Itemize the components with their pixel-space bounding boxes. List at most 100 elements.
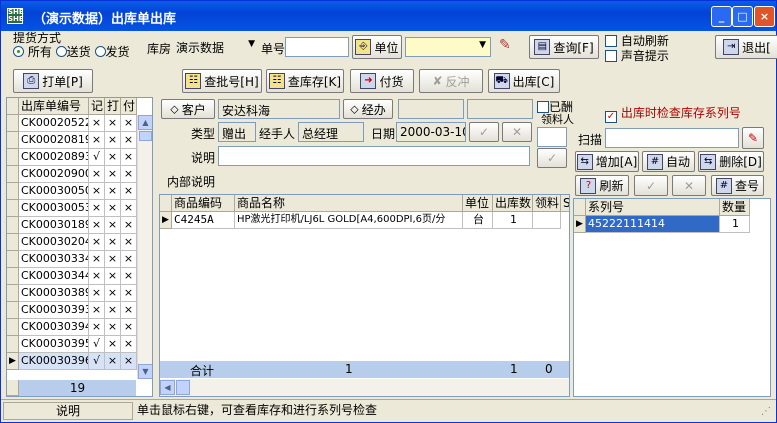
handler-button[interactable]: ⬦ 经办: [343, 99, 393, 119]
order-no-cell[interactable]: CK00030344: [19, 268, 89, 285]
paid-cell[interactable]: ×: [121, 302, 137, 319]
outbound-button[interactable]: ⛟ 出库[C]: [488, 69, 560, 93]
recorded-cell[interactable]: ×: [89, 319, 105, 336]
delete-serial-button[interactable]: ⇆ 删除[D]: [698, 151, 764, 172]
radio-ship-label[interactable]: 发货: [106, 45, 130, 59]
printed-cell[interactable]: ×: [105, 336, 121, 353]
recorded-cell[interactable]: √: [89, 353, 105, 370]
col-header-order-no[interactable]: 出库单编号: [19, 98, 89, 115]
serial-query-button[interactable]: # 查号: [711, 175, 764, 196]
order-no-cell[interactable]: CK00030395: [19, 336, 89, 353]
order-no-cell[interactable]: CK00020522: [19, 115, 89, 132]
note-field[interactable]: [218, 146, 530, 166]
order-no-cell[interactable]: CK00030050: [19, 183, 89, 200]
order-no-cell[interactable]: CK00030394: [19, 319, 89, 336]
pay-goods-button[interactable]: ➜ 付货: [350, 69, 414, 93]
paid-cell[interactable]: ×: [121, 319, 137, 336]
printed-cell[interactable]: ×: [105, 285, 121, 302]
close-button[interactable]: ×: [754, 6, 775, 27]
col-header-unit[interactable]: 单位: [463, 195, 493, 212]
reverse-button[interactable]: ✘ 反冲: [419, 69, 483, 93]
printed-cell[interactable]: ×: [105, 319, 121, 336]
serial-cancel-button[interactable]: ✕: [672, 175, 706, 196]
paid-cell[interactable]: ×: [121, 234, 137, 251]
col-header-s[interactable]: S: [561, 195, 569, 212]
recorded-cell[interactable]: √: [89, 336, 105, 353]
paid-cell[interactable]: ×: [121, 166, 137, 183]
item-unit-cell[interactable]: 台: [463, 212, 493, 229]
item-name-cell[interactable]: HP激光打印机/LJ6L GOLD[A4,600DPI,6页/分: [235, 212, 463, 229]
date-picker-button[interactable]: ✓: [469, 122, 499, 142]
unit-button[interactable]: ⎆ 单位: [352, 35, 402, 59]
serial-confirm-button[interactable]: ✓: [634, 175, 668, 196]
paid-cell[interactable]: ×: [121, 285, 137, 302]
item-qty-cell[interactable]: 1: [493, 212, 533, 229]
order-no-cell[interactable]: CK00030393: [19, 302, 89, 319]
col-header-picked[interactable]: 领料: [533, 195, 561, 212]
recorded-cell[interactable]: ×: [89, 234, 105, 251]
order-no-cell[interactable]: CK00020819: [19, 132, 89, 149]
warehouse-select[interactable]: 演示数据 ▼: [173, 37, 259, 57]
recorded-cell[interactable]: ×: [89, 268, 105, 285]
doc-no-input[interactable]: [285, 37, 349, 57]
maximize-button[interactable]: □: [732, 6, 753, 27]
exit-button[interactable]: ⇥ 退出[: [715, 35, 777, 59]
paid-cell[interactable]: ×: [121, 217, 137, 234]
paid-cell[interactable]: ×: [121, 132, 137, 149]
recorded-cell[interactable]: ×: [89, 285, 105, 302]
query-button[interactable]: ▤ 查询[F]: [529, 35, 599, 59]
recorded-cell[interactable]: ×: [89, 200, 105, 217]
note-confirm-button[interactable]: ✓: [537, 148, 567, 168]
printed-cell[interactable]: ×: [105, 353, 121, 370]
recorded-cell[interactable]: √: [89, 149, 105, 166]
printed-cell[interactable]: ×: [105, 251, 121, 268]
date-clear-button[interactable]: ✕: [502, 122, 532, 142]
paid-cell[interactable]: ×: [121, 149, 137, 166]
col-header-item-name[interactable]: 商品名称: [235, 195, 463, 212]
scan-pen-button[interactable]: ✎: [742, 127, 764, 149]
recorded-cell[interactable]: ×: [89, 115, 105, 132]
order-no-cell[interactable]: CK00030189: [19, 217, 89, 234]
stock-query-button[interactable]: ☷ 查库存[K]: [266, 69, 344, 93]
scan-input[interactable]: [605, 128, 739, 148]
unit-select[interactable]: ▼: [405, 37, 491, 57]
recorded-cell[interactable]: ×: [89, 251, 105, 268]
col-header-printed[interactable]: 打: [105, 98, 121, 115]
col-header-paid[interactable]: 付: [121, 98, 137, 115]
recorded-cell[interactable]: ×: [89, 217, 105, 234]
col-header-recorded[interactable]: 记: [89, 98, 105, 115]
serial-cell[interactable]: 45222111414: [586, 216, 720, 233]
printed-cell[interactable]: ×: [105, 200, 121, 217]
picker-field[interactable]: [537, 127, 567, 147]
order-no-cell[interactable]: CK00030334: [19, 251, 89, 268]
printed-cell[interactable]: ×: [105, 183, 121, 200]
radio-ship[interactable]: [94, 46, 106, 57]
radio-deliver[interactable]: [55, 46, 67, 57]
radio-all-label[interactable]: 所有: [28, 45, 52, 59]
paid-cell[interactable]: ×: [121, 200, 137, 217]
minimize-button[interactable]: _: [711, 6, 732, 27]
batch-query-button[interactable]: ☷ 查批号[H]: [182, 69, 262, 93]
paid-cell[interactable]: ×: [121, 115, 137, 132]
scroll-thumb[interactable]: [139, 131, 152, 141]
resize-grip-icon[interactable]: ⋰: [761, 406, 773, 418]
order-list-scrollbar[interactable]: ▲ ▼: [137, 115, 152, 379]
hscroll-thumb[interactable]: [176, 380, 190, 395]
radio-all[interactable]: [13, 46, 24, 57]
recorded-cell[interactable]: ×: [89, 183, 105, 200]
paid-cell[interactable]: ×: [121, 183, 137, 200]
paid-cell[interactable]: ×: [121, 336, 137, 353]
col-header-serial-qty[interactable]: 数量: [720, 199, 750, 216]
recorded-cell[interactable]: ×: [89, 166, 105, 183]
check-serial-checkbox[interactable]: ✓ 出库时检查库存系列号: [605, 104, 741, 123]
print-button[interactable]: ⎙ 打单[P]: [13, 69, 93, 93]
paid-cell[interactable]: ×: [121, 353, 137, 370]
col-header-qty[interactable]: 出库数: [493, 195, 533, 212]
printed-cell[interactable]: ×: [105, 268, 121, 285]
printed-cell[interactable]: ×: [105, 132, 121, 149]
recorded-cell[interactable]: ×: [89, 132, 105, 149]
printed-cell[interactable]: ×: [105, 217, 121, 234]
refresh-button[interactable]: ? 刷新: [575, 175, 629, 196]
customer-button[interactable]: ⬦ 客户: [161, 99, 215, 119]
col-header-item-code[interactable]: 商品编码: [172, 195, 235, 212]
